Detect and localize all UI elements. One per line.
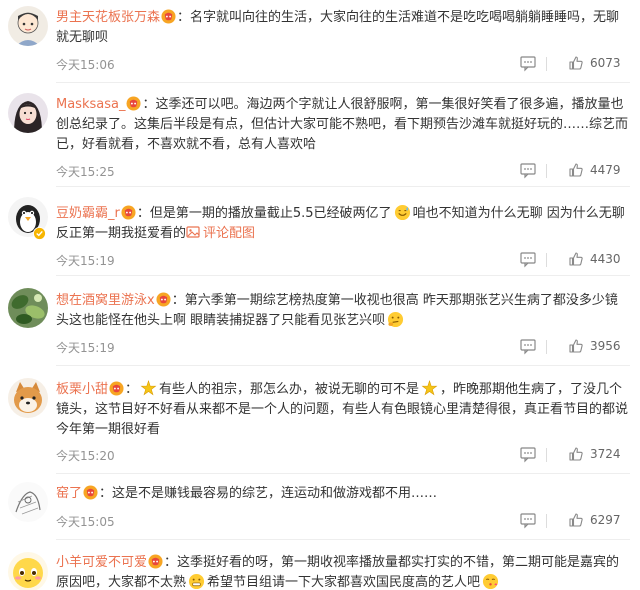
comment-body: 小羊可爱不可爱 ：这季挺好看的呀，第一期收视率播放量都实打实的不错，第二期可能是嘉… xyxy=(56,554,620,590)
meta-divider xyxy=(546,340,547,354)
verified-badge-icon xyxy=(33,225,46,240)
like-count: 3724 xyxy=(590,447,621,461)
comment-username[interactable]: 小羊可爱不可爱 xyxy=(56,555,147,570)
comment-body: 板栗小甜：有些人的祖宗，那怎么办，被说无聊的可不是 ，昨晚那期他生病了，了没几个镜… xyxy=(56,380,629,437)
like-count: 3956 xyxy=(590,339,621,353)
thumbs-up-icon xyxy=(569,513,583,527)
comment-text: 这是不是赚钱最容易的综艺，连运动和做游戏都不用…… xyxy=(112,486,438,501)
sparkle-emoji-icon xyxy=(421,380,438,397)
green-leaf-avatar-icon[interactable] xyxy=(8,288,48,328)
meta-divider xyxy=(546,514,547,528)
comment-item: 豆奶霸霸_r ：但是第一期的播放量截止5.5已经破两亿了 咱也不知道为什么无聊 因为… xyxy=(0,187,640,276)
reply-icon[interactable] xyxy=(519,250,537,268)
comment-meta: 今天15:05 6297 xyxy=(56,511,630,531)
vip-badge-icon xyxy=(126,96,141,111)
thumbs-up-icon xyxy=(569,56,583,70)
comment-feed: 男主天花板张万森 ：名字就叫向往的生活，大家向往的生活难道不是吃吃喝喝躺躺睡睡吗，… xyxy=(0,0,640,590)
comment-time: 今天15:06 xyxy=(56,58,115,72)
thumbs-up-icon xyxy=(569,339,583,353)
reply-icon[interactable] xyxy=(519,54,537,72)
comment-username[interactable]: Masksasa_ xyxy=(56,97,125,112)
comment-item: 男主天花板张万森 ：名字就叫向往的生活，大家向往的生活难道不是吃吃喝喝躺躺睡睡吗，… xyxy=(0,0,640,83)
comment-meta: 今天15:25 4479 xyxy=(56,161,630,181)
vip-badge-icon xyxy=(109,381,124,396)
thumbs-up-icon xyxy=(569,163,583,177)
comment-body: 想在酒窝里游泳x ：第六季第一期综艺榜热度第一收视也很高 昨天那期张艺兴生病了都没… xyxy=(56,292,618,328)
comment-body: Masksasa_ ：这季还可以吧。海边两个字就让人很舒服啊，第一集很好笑看了很多… xyxy=(56,96,629,152)
vip-badge-icon xyxy=(121,205,136,220)
comment-time: 今天15:19 xyxy=(56,254,115,268)
reply-icon[interactable] xyxy=(519,445,537,463)
comment-body: 豆奶霸霸_r ：但是第一期的播放量截止5.5已经破两亿了 咱也不知道为什么无聊 因为… xyxy=(56,204,625,241)
like-count: 4479 xyxy=(590,163,621,177)
comment-username[interactable]: 男主天花板张万森 xyxy=(56,10,160,25)
meta-divider xyxy=(546,253,547,267)
image-icon xyxy=(186,225,200,239)
cute-face-avatar-icon[interactable] xyxy=(8,552,48,590)
comment-item: 板栗小甜：有些人的祖宗，那怎么办，被说无聊的可不是 ，昨晚那期他生病了，了没几个镜… xyxy=(0,366,640,474)
comment-image-link[interactable]: 评论配图 xyxy=(186,226,255,241)
thumbs-up-icon xyxy=(569,252,583,266)
comment-body: 窑了 ：这是不是赚钱最容易的综艺，连运动和做游戏都不用…… xyxy=(56,485,438,501)
meta-divider xyxy=(546,448,547,462)
comment-time: 今天15:05 xyxy=(56,515,115,529)
comment-username[interactable]: 豆奶霸霸_r xyxy=(56,206,120,221)
comment-meta: 今天15:20 3724 xyxy=(56,445,630,465)
shiba-avatar-icon[interactable] xyxy=(8,378,48,418)
comment-username[interactable]: 窑了 xyxy=(56,486,82,501)
like-count: 6073 xyxy=(590,56,621,70)
comment-text: 希望节目组请一下大家都喜欢国民度高的艺人吧 xyxy=(207,575,481,590)
comment-item: 小羊可爱不可爱 ：这季挺好看的呀，第一期收视率播放量都实打实的不错，第二期可能是嘉… xyxy=(0,540,640,590)
comment-meta: 今天15:19 3956 xyxy=(56,337,630,357)
comment-item: 想在酒窝里游泳x ：第六季第一期综艺榜热度第一收视也很高 昨天那期张艺兴生病了都没… xyxy=(0,276,640,366)
like-count: 6297 xyxy=(590,513,621,527)
comment-meta: 今天15:19 4430 xyxy=(56,250,630,270)
sweat-smile-emoji-icon xyxy=(394,204,411,221)
comment-item: Masksasa_ ：这季还可以吧。海边两个字就让人很舒服啊，第一集很好笑看了很多… xyxy=(0,83,640,187)
vip-badge-icon xyxy=(83,485,98,500)
vip-badge-icon xyxy=(148,554,163,569)
comment-time: 今天15:19 xyxy=(56,341,115,355)
comment-time: 今天15:25 xyxy=(56,165,115,179)
comment-username[interactable]: 板栗小甜 xyxy=(56,382,108,397)
comment-username[interactable]: 想在酒窝里游泳x xyxy=(56,293,155,308)
comment-text: 有些人的祖宗，那怎么办，被说无聊的可不是 xyxy=(159,382,420,397)
comment-item: 窑了 ：这是不是赚钱最容易的综艺，连运动和做游戏都不用…… 今天15:05 629… xyxy=(0,474,640,540)
thinking-face-emoji-icon xyxy=(387,311,404,328)
grimace-emoji-icon xyxy=(188,573,205,590)
comment-text: 但是第一期的播放量截止5.5已经破两亿了 xyxy=(149,206,392,221)
reply-icon[interactable] xyxy=(519,337,537,355)
vip-badge-icon xyxy=(161,9,176,24)
kiss-emoji-icon xyxy=(482,573,499,590)
vip-badge-icon xyxy=(156,292,171,307)
thumbs-up-icon xyxy=(569,447,583,461)
reply-icon[interactable] xyxy=(519,511,537,529)
meta-divider xyxy=(546,164,547,178)
cartoon-boy-avatar-icon[interactable] xyxy=(8,6,48,46)
like-count: 4430 xyxy=(590,252,621,266)
comment-body: 男主天花板张万森 ：名字就叫向往的生活，大家向往的生活难道不是吃吃喝喝躺躺睡睡吗，… xyxy=(56,9,620,45)
girl-avatar-icon[interactable] xyxy=(8,93,48,133)
comment-meta: 今天15:06 6073 xyxy=(56,54,630,74)
sketch-avatar-icon[interactable] xyxy=(8,482,48,522)
sparkle-emoji-icon xyxy=(140,380,157,397)
reply-icon[interactable] xyxy=(519,161,537,179)
meta-divider xyxy=(546,57,547,71)
comment-time: 今天15:20 xyxy=(56,449,115,463)
